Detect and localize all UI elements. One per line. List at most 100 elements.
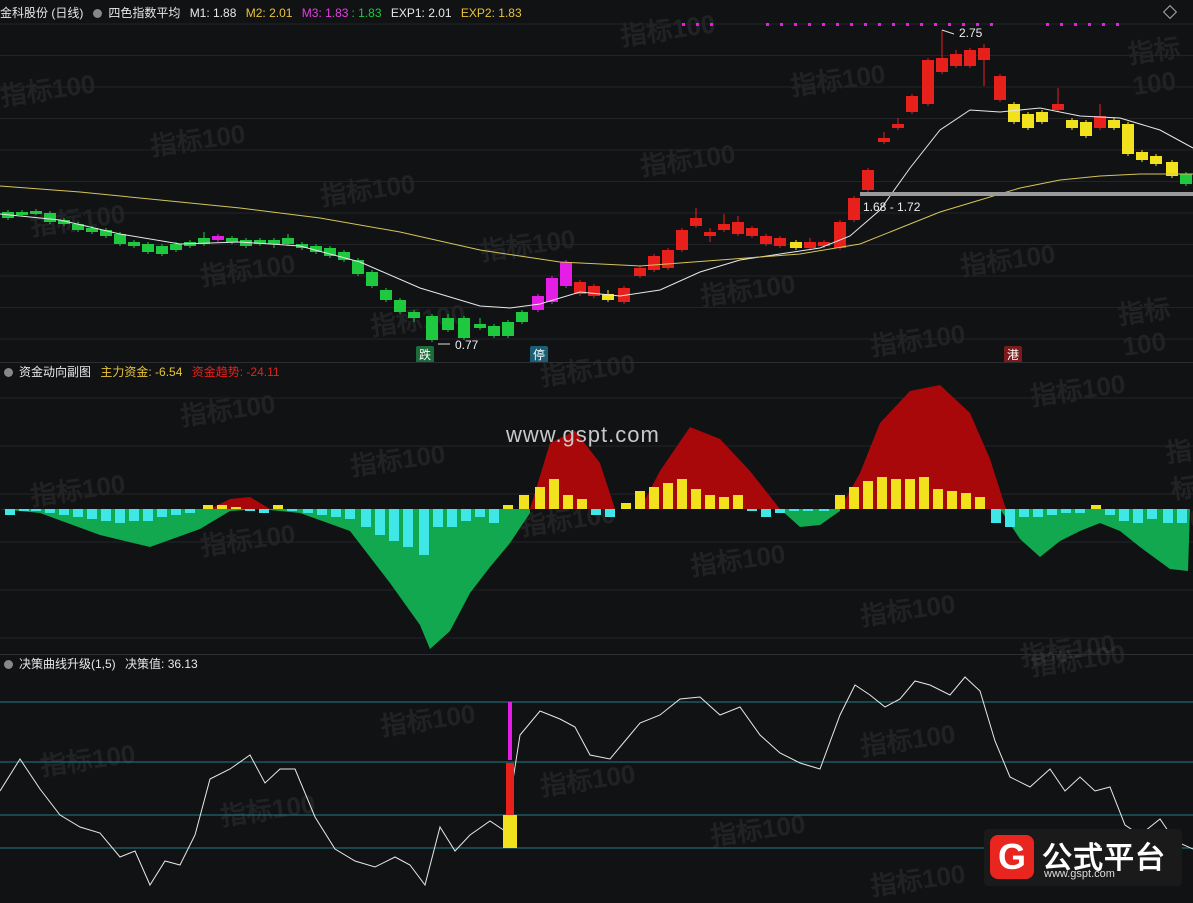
fund-panel-header: 资金动向副图 主力资金: -6.54 资金趋势: -24.11 bbox=[0, 363, 286, 381]
signal-dot bbox=[1046, 23, 1049, 26]
fund-bar bbox=[835, 495, 845, 509]
candle-body bbox=[16, 212, 28, 215]
high-arrow bbox=[941, 29, 955, 35]
candle-body bbox=[936, 58, 948, 72]
signal-dot bbox=[878, 23, 881, 26]
price-chart bbox=[0, 23, 1193, 345]
candle-body bbox=[1094, 116, 1106, 128]
fund-bar bbox=[375, 509, 385, 535]
decision-signal-red bbox=[506, 763, 514, 815]
candle-body bbox=[704, 232, 716, 236]
fund-trend-area-negative bbox=[0, 509, 530, 649]
signal-dot bbox=[1074, 23, 1077, 26]
fund-bar bbox=[231, 507, 241, 509]
candle-body bbox=[226, 238, 238, 242]
candle-body bbox=[774, 238, 786, 246]
fund-bar bbox=[433, 509, 443, 527]
candle-body bbox=[634, 268, 646, 276]
ma-line-yellow bbox=[0, 173, 1193, 267]
fund-bar bbox=[303, 509, 313, 513]
fund-bar bbox=[747, 509, 757, 511]
candle-body bbox=[906, 96, 918, 112]
fund-bar bbox=[31, 509, 41, 511]
fund-bar bbox=[705, 495, 715, 509]
fund-chart bbox=[0, 385, 1193, 649]
candle-body bbox=[212, 236, 224, 240]
candle-body bbox=[804, 242, 816, 248]
signal-dot bbox=[822, 23, 825, 26]
fund-bar bbox=[475, 509, 485, 517]
fund-bar bbox=[185, 509, 195, 513]
indicator-name: 四色指数平均 bbox=[108, 6, 181, 20]
fund-bar bbox=[549, 479, 559, 509]
fund-bar bbox=[461, 509, 471, 521]
candle-body bbox=[662, 250, 674, 268]
candle-body bbox=[282, 238, 294, 244]
indicator-toggle-icon[interactable] bbox=[93, 9, 103, 18]
candle-body bbox=[718, 224, 730, 230]
fund-bar bbox=[489, 509, 499, 523]
signal-dot bbox=[1102, 23, 1105, 26]
fund-trend-area-negative bbox=[780, 509, 840, 527]
fund-bar bbox=[891, 479, 901, 509]
fund-bar bbox=[73, 509, 83, 517]
fund-bar bbox=[877, 477, 887, 509]
fund-trend-area-negative bbox=[1000, 509, 1190, 571]
candle-body bbox=[1150, 156, 1162, 164]
fund-bar bbox=[157, 509, 167, 517]
decision-toggle-icon[interactable] bbox=[4, 660, 13, 669]
candle-body bbox=[394, 300, 406, 312]
candle-body bbox=[588, 286, 600, 296]
signal-dot bbox=[780, 23, 783, 26]
fund-bar bbox=[259, 509, 269, 513]
fund-bar bbox=[273, 505, 283, 509]
signal-dot bbox=[710, 23, 713, 26]
candle-body bbox=[994, 76, 1006, 100]
candle-body bbox=[950, 54, 962, 66]
fund-bar bbox=[447, 509, 457, 527]
fund-bar bbox=[591, 509, 601, 515]
signal-dot bbox=[920, 23, 923, 26]
fund-bar bbox=[389, 509, 399, 541]
candle-body bbox=[442, 318, 454, 330]
fund-bar bbox=[217, 505, 227, 509]
fund-trend-value: 资金趋势: -24.11 bbox=[191, 365, 280, 379]
fund-bar bbox=[101, 509, 111, 521]
candle-body bbox=[690, 218, 702, 226]
candle-body bbox=[922, 60, 934, 104]
fund-bar bbox=[287, 509, 297, 511]
signal-stop: 停 bbox=[530, 346, 549, 363]
fund-bar bbox=[519, 495, 529, 509]
candle-body bbox=[380, 290, 392, 300]
fund-bar bbox=[1061, 509, 1071, 513]
fund-bar bbox=[361, 509, 371, 527]
fund-bar bbox=[991, 509, 1001, 523]
fund-bar bbox=[143, 509, 153, 521]
signal-die: 跌 bbox=[416, 346, 435, 363]
fund-bar bbox=[171, 509, 181, 515]
high-price-label: 2.75 bbox=[959, 26, 983, 40]
signal-dot bbox=[990, 23, 993, 26]
fund-bar bbox=[5, 509, 15, 515]
candle-body bbox=[352, 260, 364, 274]
fund-bar bbox=[605, 509, 615, 517]
fund-bar bbox=[331, 509, 341, 517]
fund-bar bbox=[803, 509, 813, 511]
decision-signal-magenta bbox=[508, 702, 512, 760]
signal-dot bbox=[892, 23, 895, 26]
candle-body bbox=[366, 272, 378, 286]
price-panel-header: 金科股份 (日线) 四色指数平均 M1: 1.88 M2: 2.01 M3: 1.… bbox=[0, 4, 528, 22]
signal-dot bbox=[850, 23, 853, 26]
candle-body bbox=[1080, 122, 1092, 136]
candle-body bbox=[676, 230, 688, 250]
fund-bar bbox=[1105, 509, 1115, 515]
logo-url: www.gspt.com bbox=[1044, 868, 1115, 880]
fund-toggle-icon[interactable] bbox=[4, 368, 13, 377]
m1-value: M1: 1.88 bbox=[189, 6, 237, 20]
fund-bar bbox=[677, 479, 687, 509]
candle-body bbox=[128, 242, 140, 246]
fund-bar bbox=[203, 505, 213, 509]
fund-bar bbox=[719, 497, 729, 509]
fund-bar bbox=[345, 509, 355, 519]
price-range-bar bbox=[860, 192, 1193, 196]
